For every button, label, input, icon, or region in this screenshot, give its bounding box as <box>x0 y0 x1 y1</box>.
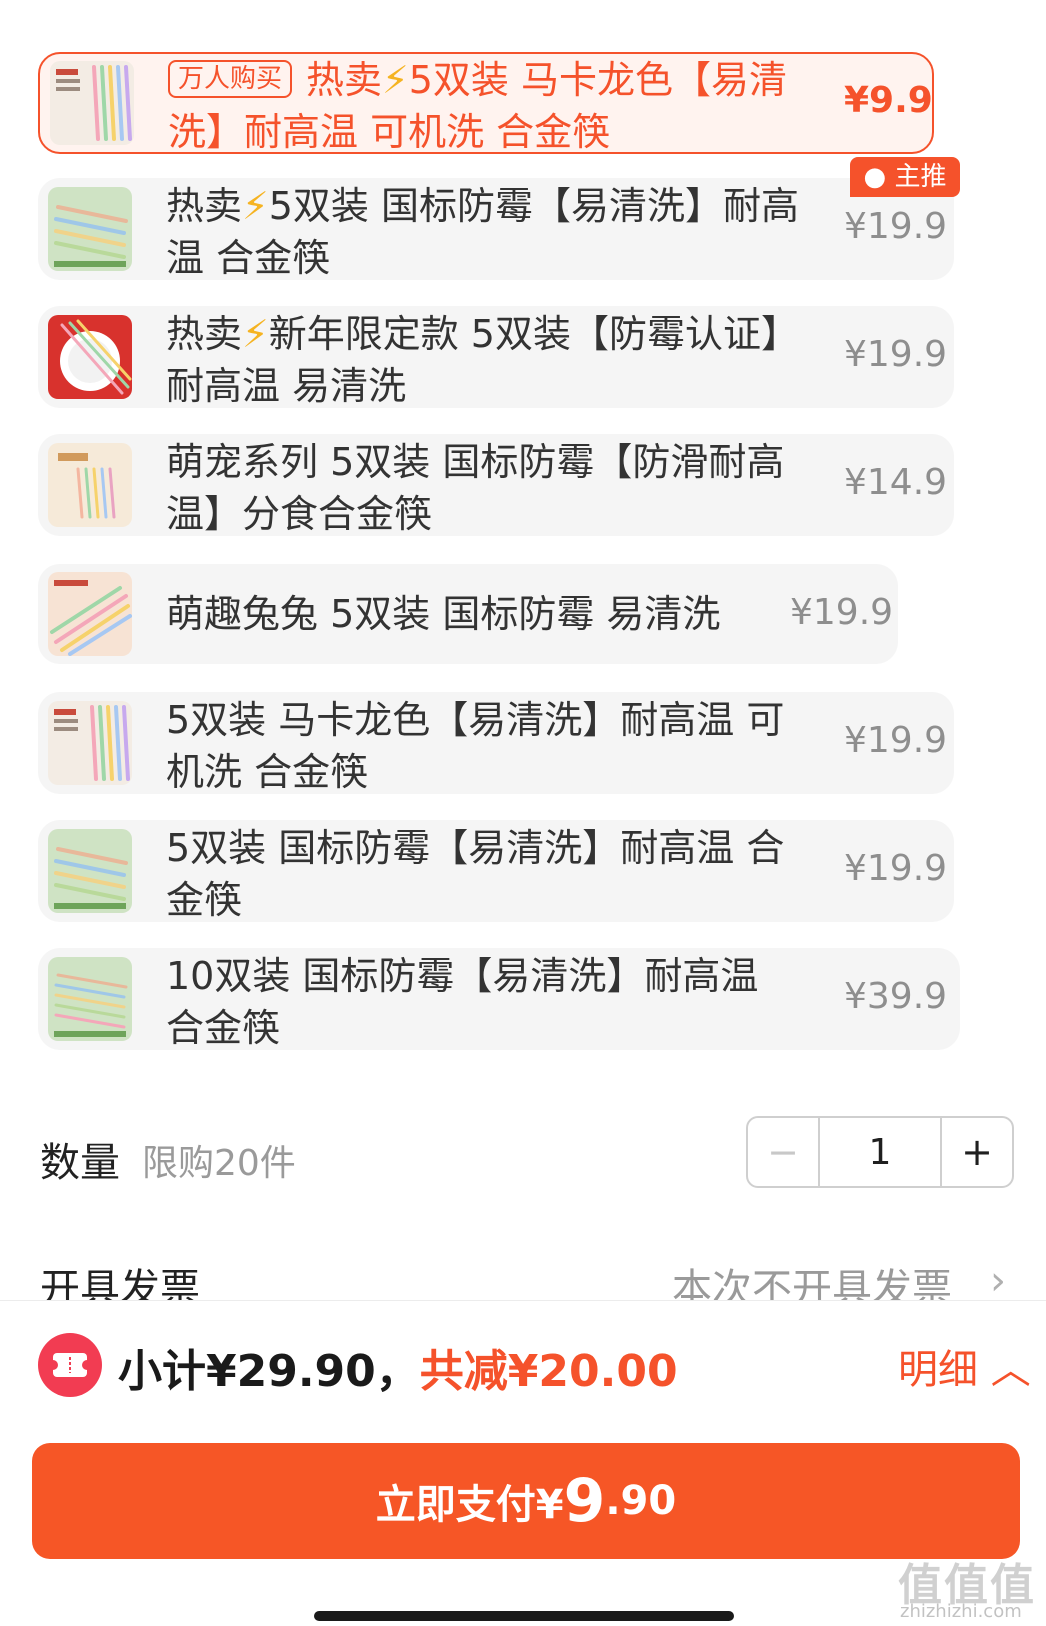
recommended-badge: ● 主推 <box>850 157 960 197</box>
sku-option-price: ¥9.9 <box>844 80 933 121</box>
sku-option-price: ¥39.9 <box>844 976 948 1017</box>
lightning-icon: ⚡ <box>382 58 409 102</box>
product-thumbnail <box>48 572 132 656</box>
quantity-label: 数量 <box>40 1140 120 1186</box>
product-thumbnail <box>48 701 132 785</box>
sku-option-title: 5双装 国标防霉【易清洗】耐高温 合金筷 <box>166 826 785 922</box>
sku-option-title: 热卖⚡5双装 国标防霉【易清洗】耐高温 合金筷 <box>166 184 799 280</box>
quantity-value[interactable]: 1 <box>820 1118 940 1186</box>
quantity-stepper: − 1 + <box>746 1116 1014 1188</box>
flame-icon: ● <box>863 162 887 192</box>
lightning-icon: ⚡ <box>242 184 269 228</box>
sku-option-title: 5双装 马卡龙色【易清洗】耐高温 可机洗 合金筷 <box>166 698 785 794</box>
sku-selector-page: 万人购买 热卖⚡5双装 马卡龙色【易清洗】耐高温 可机洗 合金筷 ¥9.9 热卖⚡… <box>0 0 1046 1626</box>
sku-option-price: ¥19.9 <box>790 592 894 633</box>
sku-option[interactable]: 萌趣兔兔 5双装 国标防霉 易清洗 ¥19.9 <box>38 564 898 664</box>
sku-option-price: ¥19.9 <box>844 848 948 889</box>
home-indicator[interactable] <box>314 1611 734 1621</box>
product-thumbnail <box>50 61 134 145</box>
product-thumbnail <box>48 187 132 271</box>
sku-option-title: 万人购买 热卖⚡5双装 马卡龙色【易清洗】耐高温 可机洗 合金筷 <box>168 58 787 154</box>
sku-option[interactable]: 热卖⚡5双装 国标防霉【易清洗】耐高温 合金筷 ¥19.9 <box>38 178 954 280</box>
discount-total: 共减¥20.00 <box>419 1346 678 1397</box>
decrease-quantity-button[interactable]: − <box>748 1118 820 1186</box>
sku-option-price: ¥19.9 <box>844 720 948 761</box>
chevron-up-icon: ︿ <box>990 1347 1031 1393</box>
sku-option-title: 10双装 国标防霉【易清洗】耐高温 合金筷 <box>166 954 759 1050</box>
sku-option[interactable]: 10双装 国标防霉【易清洗】耐高温 合金筷 ¥39.9 <box>38 948 960 1050</box>
sku-option-title: 萌趣兔兔 5双装 国标防霉 易清洗 <box>166 592 721 636</box>
sku-option[interactable]: 5双装 国标防霉【易清洗】耐高温 合金筷 ¥19.9 <box>38 820 954 922</box>
watermark-url: zhizhizhi.com <box>900 1601 1022 1622</box>
pay-now-button[interactable]: 立即支付¥ 9.90 <box>32 1443 1020 1559</box>
lightning-icon: ⚡ <box>242 312 269 356</box>
sku-option[interactable]: 热卖⚡新年限定款 5双装【防霉认证】耐高温 易清洗 ¥19.9 <box>38 306 954 408</box>
sku-option-price: ¥19.9 <box>844 206 948 247</box>
checkout-bar: 小计¥29.90，共减¥20.00 明细 ︿ 立即支付¥ 9.90 值值值 zhi… <box>0 1300 1046 1626</box>
product-thumbnail <box>48 829 132 913</box>
product-thumbnail <box>48 443 132 527</box>
sku-option-title: 热卖⚡新年限定款 5双装【防霉认证】耐高温 易清洗 <box>166 312 799 408</box>
sku-option[interactable]: 萌宠系列 5双装 国标防霉【防滑耐高温】分食合金筷 ¥14.9 <box>38 434 954 536</box>
product-thumbnail <box>48 957 132 1041</box>
product-thumbnail <box>48 315 132 399</box>
chevron-right-icon[interactable]: › <box>990 1258 1006 1304</box>
sku-option-price: ¥14.9 <box>844 462 948 503</box>
purchase-limit-text: 限购20件 <box>142 1143 296 1184</box>
sku-option-selected[interactable]: 万人购买 热卖⚡5双装 马卡龙色【易清洗】耐高温 可机洗 合金筷 ¥9.9 <box>38 52 934 154</box>
sku-option[interactable]: 5双装 马卡龙色【易清洗】耐高温 可机洗 合金筷 ¥19.9 <box>38 692 954 794</box>
coupon-icon <box>38 1333 102 1397</box>
sku-option-price: ¥19.9 <box>844 334 948 375</box>
subtotal-text: 小计¥29.90，共减¥20.00 <box>118 1346 678 1397</box>
bestseller-tag: 万人购买 <box>168 60 293 98</box>
increase-quantity-button[interactable]: + <box>940 1118 1012 1186</box>
price-detail-toggle[interactable]: 明细 ︿ <box>898 1337 1031 1395</box>
sku-option-title: 萌宠系列 5双装 国标防霉【防滑耐高温】分食合金筷 <box>166 440 785 536</box>
